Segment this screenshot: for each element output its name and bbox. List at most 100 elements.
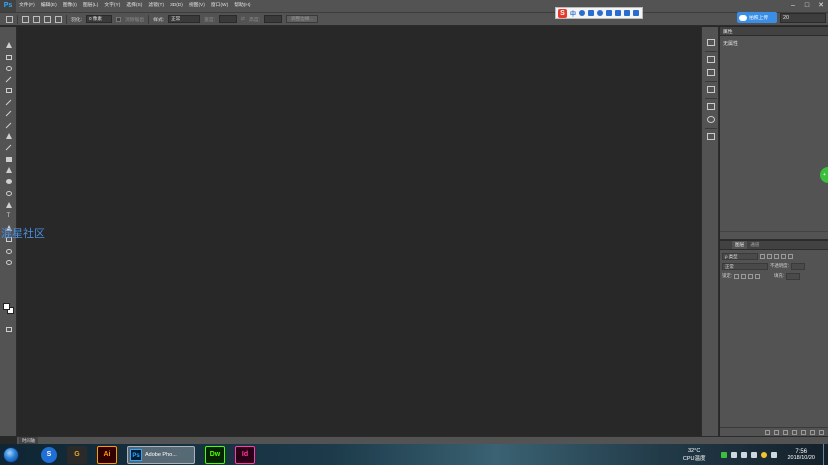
filter-shape-icon[interactable]: [781, 253, 786, 259]
tab-timeline[interactable]: 时间轴: [19, 437, 39, 444]
ime-shirt-icon[interactable]: [624, 10, 631, 16]
lasso-tool[interactable]: [4, 64, 13, 72]
lock-all-icon[interactable]: [755, 273, 761, 279]
history-panel-icon[interactable]: [707, 39, 715, 46]
refine-edge-button[interactable]: 调整边缘...: [285, 15, 319, 23]
fill-input[interactable]: [786, 272, 801, 280]
marquee-preset-icon[interactable]: [6, 15, 13, 23]
menu-type[interactable]: 文字(Y): [101, 0, 123, 12]
layer-mask-icon[interactable]: [783, 429, 788, 435]
character-panel-icon[interactable]: [707, 103, 715, 110]
show-desktop-button[interactable]: [823, 444, 828, 465]
menu-select[interactable]: 选择(S): [123, 0, 145, 12]
filter-smart-icon[interactable]: [788, 253, 793, 259]
menu-image[interactable]: 图像(I): [60, 0, 80, 12]
crop-tool[interactable]: [4, 86, 13, 94]
menu-filter[interactable]: 滤镜(T): [145, 0, 167, 12]
taskbar-indesign-icon[interactable]: Id: [235, 445, 255, 464]
taskbar-sogou-icon[interactable]: S: [41, 446, 57, 463]
tray-app-icon[interactable]: [761, 451, 768, 458]
clock[interactable]: 7:56 2018/10/20: [787, 449, 815, 461]
layer-filter-select[interactable]: ρ 类型: [722, 252, 758, 260]
hand-tool[interactable]: [4, 247, 13, 255]
antialias-checkbox[interactable]: [115, 16, 121, 22]
menu-file[interactable]: 文件(F): [16, 0, 38, 12]
lock-pixels-icon[interactable]: [734, 273, 740, 279]
workspace-select[interactable]: 20: [780, 13, 826, 23]
tray-volume-icon[interactable]: [771, 451, 778, 458]
subtract-selection-icon[interactable]: [44, 15, 51, 23]
new-selection-icon[interactable]: [22, 15, 29, 23]
lock-move-icon[interactable]: [748, 273, 754, 279]
taskbar-dreamweaver-icon[interactable]: Dw: [205, 445, 225, 464]
clone-stamp-tool[interactable]: [4, 132, 13, 140]
tray-monitor-icon[interactable]: [741, 451, 748, 458]
close-button[interactable]: ✕: [814, 0, 828, 12]
filter-type-icon[interactable]: [774, 253, 779, 259]
ime-punctuation-icon[interactable]: [579, 10, 586, 16]
paragraph-panel-icon[interactable]: [707, 116, 715, 123]
document-canvas-area[interactable]: [17, 27, 701, 436]
adjustment-layer-icon[interactable]: [792, 429, 797, 435]
cpu-temperature[interactable]: 32°C CPU温度: [683, 448, 706, 462]
taskbar-illustrator-icon[interactable]: Ai: [97, 445, 117, 464]
new-layer-icon[interactable]: [810, 429, 815, 435]
adjustments-panel-icon[interactable]: [707, 56, 715, 63]
brush-tool[interactable]: [4, 121, 13, 129]
ime-mode-toggle[interactable]: 中: [570, 9, 576, 18]
marquee-tool[interactable]: [4, 53, 13, 61]
eyedropper-tool[interactable]: [4, 98, 13, 106]
start-button[interactable]: [3, 446, 19, 463]
levels-panel-icon[interactable]: [707, 69, 715, 76]
tools-preset-panel-icon[interactable]: [707, 133, 715, 140]
swap-icon[interactable]: ⇄: [241, 17, 245, 22]
link-layers-icon[interactable]: [765, 429, 770, 435]
styles-panel-icon[interactable]: [707, 86, 715, 93]
pen-tool[interactable]: [4, 201, 13, 209]
menu-layer[interactable]: 图层(L): [80, 0, 101, 12]
dodge-tool[interactable]: [4, 189, 13, 197]
tray-network-icon[interactable]: [751, 451, 758, 458]
foreground-color-swatch[interactable]: [3, 303, 10, 310]
quick-select-tool[interactable]: [4, 75, 13, 83]
ime-emoji-icon[interactable]: [588, 10, 595, 16]
menu-view[interactable]: 视图(V): [186, 0, 208, 12]
zoom-tool[interactable]: [4, 258, 13, 266]
width-input[interactable]: [219, 15, 238, 23]
intersect-selection-icon[interactable]: [55, 15, 62, 23]
minimize-button[interactable]: –: [786, 0, 800, 12]
blend-mode-select[interactable]: 正常: [722, 262, 768, 270]
ime-person-icon[interactable]: [615, 10, 622, 16]
menu-window[interactable]: 窗口(W): [208, 0, 231, 12]
tab-layers[interactable]: 图层: [732, 241, 748, 249]
tray-arrow-icon[interactable]: [731, 451, 738, 458]
filter-adjust-icon[interactable]: [767, 253, 772, 259]
type-tool[interactable]: T: [4, 212, 13, 220]
quick-mask-tool[interactable]: [4, 325, 13, 333]
opacity-input[interactable]: [790, 262, 805, 270]
blur-tool[interactable]: [4, 177, 13, 185]
move-tool[interactable]: [4, 41, 13, 49]
cloud-upload-button[interactable]: 拍照上传: [737, 12, 777, 23]
healing-brush-tool[interactable]: [4, 109, 13, 117]
style-select[interactable]: 正常: [168, 15, 201, 23]
tab-channels[interactable]: 通道: [747, 241, 762, 249]
tray-battery-icon[interactable]: [721, 451, 728, 458]
height-input[interactable]: [263, 15, 282, 23]
sogou-ime-logo[interactable]: S: [558, 8, 567, 18]
layer-style-icon[interactable]: [774, 429, 779, 435]
restore-button[interactable]: □: [800, 0, 814, 12]
paint-bucket-tool[interactable]: [4, 166, 13, 174]
add-selection-icon[interactable]: [33, 15, 40, 23]
filter-pixel-icon[interactable]: [760, 253, 765, 259]
ime-grid-icon[interactable]: [633, 10, 640, 16]
menu-help[interactable]: 帮助(H): [231, 0, 253, 12]
eraser-tool[interactable]: [4, 155, 13, 163]
ime-voice-icon[interactable]: [597, 10, 604, 16]
new-group-icon[interactable]: [801, 429, 806, 435]
menu-3d[interactable]: 3D(D): [167, 0, 186, 12]
trash-icon[interactable]: [819, 429, 824, 435]
lock-paint-icon[interactable]: [741, 273, 747, 279]
feather-input[interactable]: 0 像素: [85, 15, 112, 23]
menu-edit[interactable]: 编辑(E): [38, 0, 60, 12]
